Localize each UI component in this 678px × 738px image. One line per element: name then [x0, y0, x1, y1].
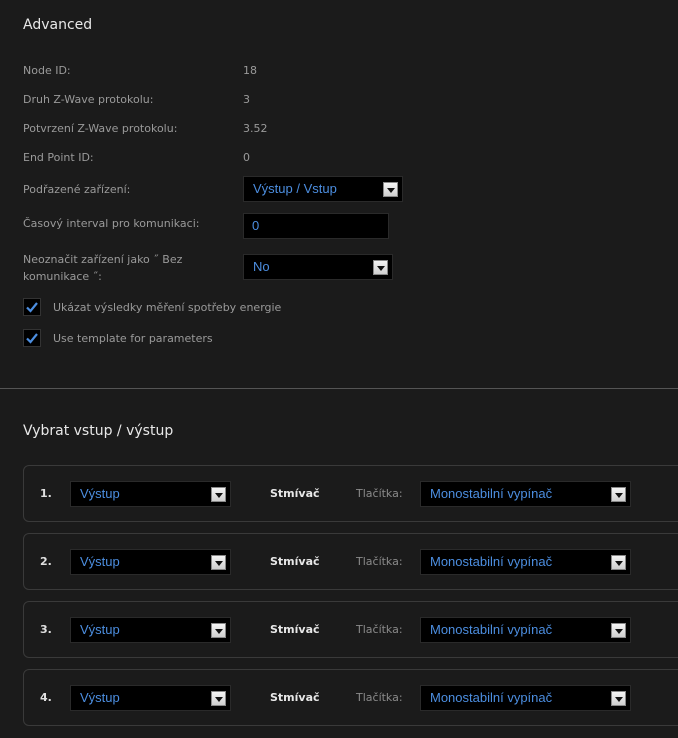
io-type-label: Stmívač: [270, 487, 320, 500]
chevron-down-icon[interactable]: [611, 623, 626, 638]
protocol-version-label: Potvrzení Z-Wave protokolu:: [23, 122, 178, 135]
protocol-type-label: Druh Z-Wave protokolu:: [23, 93, 154, 106]
chevron-down-icon[interactable]: [211, 487, 226, 502]
io-buttons-select[interactable]: Monostabilní vypínač: [420, 481, 631, 507]
protocol-version-value: 3.52: [243, 122, 268, 135]
io-buttons-label: Tlačítka:: [356, 691, 403, 704]
io-buttons-label: Tlačítka:: [356, 555, 403, 568]
no-comm-select[interactable]: No: [243, 254, 393, 280]
io-type-label: Stmívač: [270, 555, 320, 568]
subdevice-label: Podřazené zařízení:: [23, 183, 131, 196]
io-buttons-value: Monostabilní vypínač: [430, 554, 553, 569]
chevron-down-icon[interactable]: [611, 487, 626, 502]
io-direction-value: Výstup: [80, 554, 120, 569]
io-buttons-value: Monostabilní vypínač: [430, 690, 553, 705]
io-row: 4. Výstup Stmívač Tlačítka: Monostabilní…: [23, 669, 678, 726]
chevron-down-icon[interactable]: [211, 623, 226, 638]
io-type-label: Stmívač: [270, 623, 320, 636]
no-comm-label: Neoznačit zařízení jako ˝ Bez komunikace…: [23, 253, 183, 283]
io-direction-value: Výstup: [80, 486, 120, 501]
io-direction-select[interactable]: Výstup: [70, 481, 231, 507]
protocol-type-value: 3: [243, 93, 250, 106]
io-row-number: 3.: [40, 623, 52, 636]
io-direction-select[interactable]: Výstup: [70, 617, 231, 643]
check-icon: [26, 333, 38, 344]
io-row-number: 2.: [40, 555, 52, 568]
check-icon: [26, 302, 38, 313]
template-checkbox[interactable]: [23, 329, 41, 347]
io-row-number: 1.: [40, 487, 52, 500]
chevron-down-icon[interactable]: [611, 555, 626, 570]
io-title: Vybrat vstup / výstup: [23, 423, 174, 439]
template-checkbox-label: Use template for parameters: [53, 332, 213, 345]
chevron-down-icon[interactable]: [211, 555, 226, 570]
energy-checkbox-label: Ukázat výsledky měření spotřeby energie: [53, 301, 282, 314]
io-type-label: Stmívač: [270, 691, 320, 704]
io-row-number: 4.: [40, 691, 52, 704]
io-buttons-value: Monostabilní vypínač: [430, 622, 553, 637]
io-direction-value: Výstup: [80, 622, 120, 637]
io-buttons-label: Tlačítka:: [356, 487, 403, 500]
io-row: 2. Výstup Stmívač Tlačítka: Monostabilní…: [23, 533, 678, 590]
subdevice-select[interactable]: Výstup / Vstup: [243, 176, 403, 202]
chevron-down-icon[interactable]: [373, 260, 388, 275]
advanced-title: Advanced: [23, 17, 93, 33]
io-buttons-select[interactable]: Monostabilní vypínač: [420, 685, 631, 711]
io-buttons-value: Monostabilní vypínač: [430, 486, 553, 501]
io-buttons-select[interactable]: Monostabilní vypínač: [420, 617, 631, 643]
section-divider: [0, 388, 678, 389]
io-buttons-select[interactable]: Monostabilní vypínač: [420, 549, 631, 575]
interval-label: Časový interval pro komunikaci:: [23, 217, 200, 230]
io-row: 3. Výstup Stmívač Tlačítka: Monostabilní…: [23, 601, 678, 658]
energy-checkbox[interactable]: [23, 298, 41, 316]
io-buttons-label: Tlačítka:: [356, 623, 403, 636]
endpoint-value: 0: [243, 151, 250, 164]
chevron-down-icon[interactable]: [383, 182, 398, 197]
chevron-down-icon[interactable]: [211, 691, 226, 706]
endpoint-label: End Point ID:: [23, 151, 94, 164]
io-direction-value: Výstup: [80, 690, 120, 705]
io-direction-select[interactable]: Výstup: [70, 549, 231, 575]
subdevice-select-value: Výstup / Vstup: [253, 181, 337, 196]
chevron-down-icon[interactable]: [611, 691, 626, 706]
no-comm-select-value: No: [253, 259, 270, 274]
interval-input[interactable]: 0: [243, 213, 389, 239]
node-id-label: Node ID:: [23, 64, 71, 77]
node-id-value: 18: [243, 64, 257, 77]
io-direction-select[interactable]: Výstup: [70, 685, 231, 711]
io-row: 1. Výstup Stmívač Tlačítka: Monostabilní…: [23, 465, 678, 522]
